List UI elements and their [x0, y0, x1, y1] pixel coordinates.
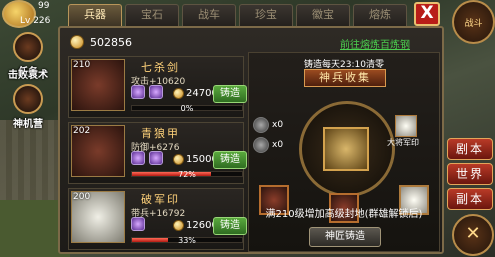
coin-icon: [173, 220, 184, 231]
forge-progress: 33%: [131, 236, 243, 245]
pick-icon: [253, 137, 269, 153]
world-button[interactable]: 世界: [447, 163, 493, 185]
tab-smelt[interactable]: 熔炼: [353, 4, 407, 26]
gem-icon: [131, 217, 145, 231]
hammer-icon: [253, 117, 269, 133]
player-level: Lv 226: [20, 16, 51, 26]
gem-slots: [131, 151, 163, 165]
divine-forge-area: 铸造每天23:10清零 神兵收集 x0 x0 大将军印 满210级增加高级封地(…: [248, 52, 440, 252]
coin-icon: [173, 88, 184, 99]
coin-icon: [173, 154, 184, 165]
dungeon-button[interactable]: 副本: [447, 188, 493, 210]
close-button[interactable]: X: [414, 2, 440, 26]
crossed-swords-icon[interactable]: ✕: [452, 214, 494, 256]
item-card-seal: 200 破军印 带兵+16792 12600 铸造 33%: [68, 188, 247, 250]
center-treasure-icon[interactable]: [323, 127, 369, 171]
forge-cost: 12600: [173, 220, 218, 231]
gem-icon: [131, 85, 145, 99]
tab-weapon[interactable]: 兵器: [68, 4, 122, 26]
tab-bar: 兵器 宝石 战车 珍宝 徽宝 熔炼: [68, 4, 407, 26]
item-name: 青狼甲: [141, 127, 180, 140]
forge-cost: 15000: [173, 154, 218, 165]
forge-progress: 0%: [131, 104, 243, 113]
shenjiying-icon: [13, 84, 43, 114]
defeat-yuanshu-button[interactable]: 击败袁术: [0, 66, 56, 81]
pick-tool-row: x0: [253, 137, 283, 153]
forge-panel: 502856 前往熔炼百炼钢 210 七杀剑 攻击+10620 24700 铸造…: [58, 26, 444, 254]
item-name: 七杀剑: [141, 61, 180, 74]
gem-slots: [131, 85, 163, 99]
hammer-tool-row: x0: [253, 117, 283, 133]
tab-chariot[interactable]: 战车: [182, 4, 236, 26]
gem-slots: [131, 217, 145, 231]
general-seal-label: 大将军印: [387, 138, 419, 147]
goto-smelt-link[interactable]: 前往熔炼百炼钢: [340, 36, 410, 51]
general-seal-icon[interactable]: [395, 115, 417, 137]
coin-balance: 502856: [70, 34, 132, 50]
tab-gem[interactable]: 宝石: [125, 4, 179, 26]
gem-icon: [149, 151, 163, 165]
master-forge-button[interactable]: 神匠铸造: [309, 227, 381, 247]
item-name: 破军印: [141, 193, 180, 206]
forge-button[interactable]: 铸造: [213, 85, 247, 103]
tab-treasure[interactable]: 珍宝: [239, 4, 293, 26]
shenjiying-button[interactable]: 神机营: [6, 84, 50, 130]
forge-info-text: 满210级增加高级封地(群雄解锁后): [265, 209, 423, 220]
item-card-sword: 210 七杀剑 攻击+10620 24700 铸造 0%: [68, 56, 247, 118]
quest-icon: [13, 32, 43, 62]
script-button[interactable]: 剧本: [447, 138, 493, 160]
divine-collection-banner: 神兵收集: [304, 69, 386, 87]
forge-button[interactable]: 铸造: [213, 151, 247, 169]
forge-cost: 24700: [173, 88, 218, 99]
forge-button[interactable]: 铸造: [213, 217, 247, 235]
battle-button[interactable]: 战斗: [452, 0, 495, 44]
gem-icon: [131, 151, 145, 165]
forge-progress: 72%: [131, 170, 243, 179]
gold-count: 99: [38, 1, 50, 11]
gem-icon: [149, 85, 163, 99]
item-card-armor: 202 青狼甲 防御+6276 15000 铸造 72%: [68, 122, 247, 184]
tab-emblem[interactable]: 徽宝: [296, 4, 350, 26]
coin-icon: [70, 35, 84, 49]
